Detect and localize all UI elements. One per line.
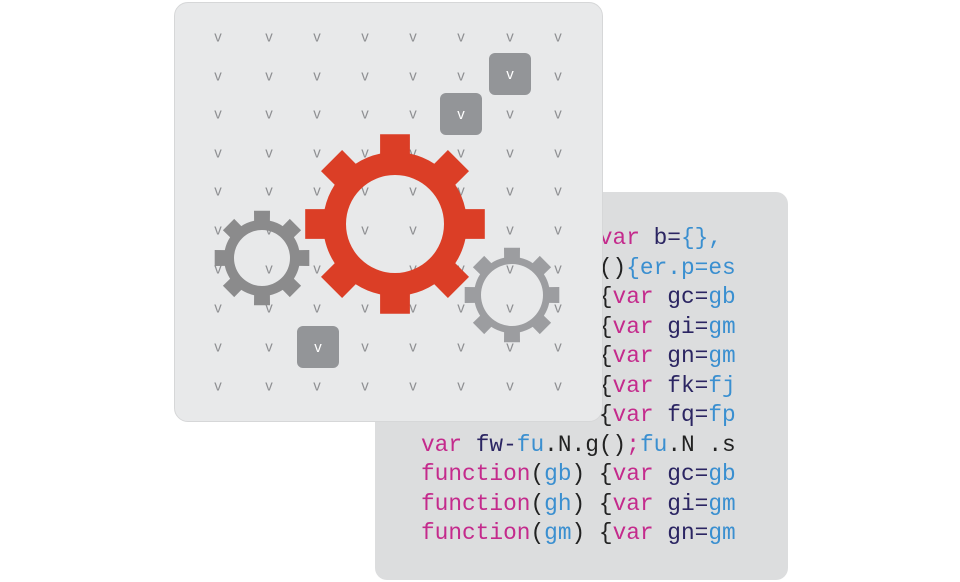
gears-illustration: [214, 134, 560, 343]
gear-icon-left: [214, 210, 310, 306]
gear-icon-right: [464, 247, 560, 343]
gear-icon-main: [305, 134, 485, 314]
